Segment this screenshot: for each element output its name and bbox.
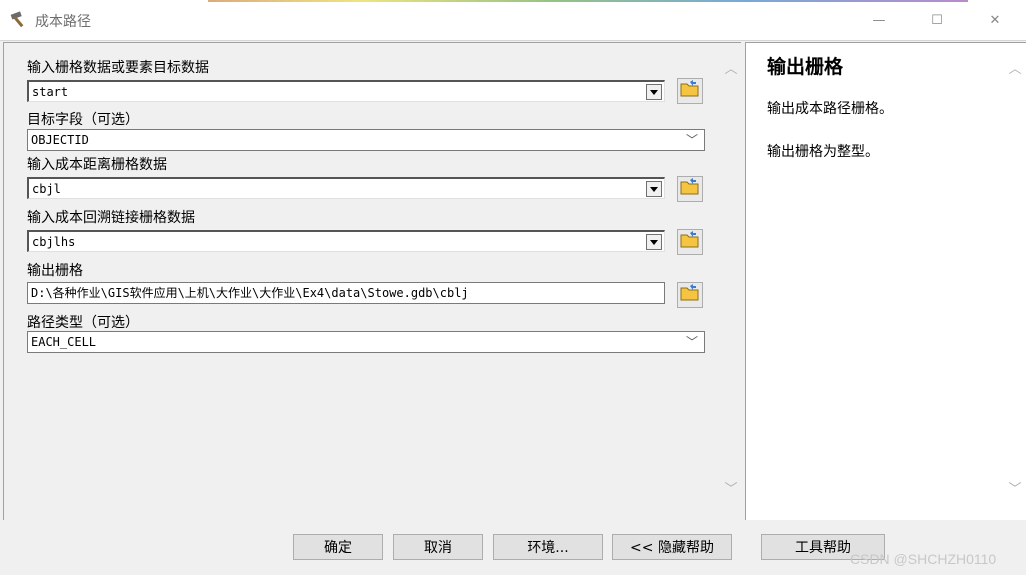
input-raster-combo[interactable]: start: [27, 80, 665, 102]
form-scrollbar[interactable]: ︿ ﹀: [720, 43, 742, 519]
folder-icon: [680, 284, 700, 306]
field-label-input-raster: 输入栅格数据或要素目标数据: [27, 60, 209, 76]
folder-icon: [680, 231, 700, 253]
path-type-select[interactable]: EACH_CELL ﹀: [27, 331, 705, 353]
chevron-up-icon[interactable]: ︿: [1008, 63, 1022, 77]
folder-icon: [680, 178, 700, 200]
help-text-line-1: 输出成本路径栅格。: [767, 101, 893, 117]
output-raster-value: D:\各种作业\GIS软件应用\上机\大作业\大作业\Ex4\data\Stow…: [31, 286, 469, 300]
minimize-icon: —: [872, 13, 886, 28]
backlink-browse-button[interactable]: [677, 229, 703, 255]
help-panel: 输出栅格 输出成本路径栅格。 输出栅格为整型。 ︿ ﹀: [745, 42, 1026, 520]
hide-help-button[interactable]: << 隐藏帮助: [612, 534, 732, 560]
help-title: 输出栅格: [767, 56, 844, 78]
output-raster-browse-button[interactable]: [677, 282, 703, 308]
hammer-icon: [9, 10, 29, 30]
chevron-up-icon[interactable]: ︿: [724, 63, 738, 77]
close-button[interactable]: ✕: [966, 0, 1024, 41]
window-title: 成本路径: [35, 14, 91, 30]
folder-icon: [680, 80, 700, 102]
target-field-value: OBJECTID: [31, 133, 89, 147]
chevron-down-icon[interactable]: ﹀: [724, 483, 738, 497]
ok-button[interactable]: 确定: [293, 534, 383, 560]
chevron-down-icon: ﹀: [685, 335, 698, 349]
maximize-icon: ☐: [931, 13, 943, 28]
path-type-value: EACH_CELL: [31, 335, 97, 349]
watermark: CSDN @SHCHZH0110: [850, 551, 997, 567]
backlink-value: cbjlhs: [32, 235, 76, 249]
help-scrollbar[interactable]: ︿ ﹀: [1004, 43, 1026, 519]
output-raster-input[interactable]: D:\各种作业\GIS软件应用\上机\大作业\大作业\Ex4\data\Stow…: [27, 282, 665, 304]
field-label-target-field: 目标字段（可选）: [27, 112, 139, 128]
environments-button[interactable]: 环境...: [493, 534, 603, 560]
cost-distance-dropdown-button[interactable]: [646, 181, 662, 197]
cancel-button[interactable]: 取消: [393, 534, 483, 560]
cost-distance-combo[interactable]: cbjl: [27, 177, 665, 199]
cost-distance-browse-button[interactable]: [677, 176, 703, 202]
title-bar: 成本路径 — ☐ ✕: [0, 0, 1026, 41]
input-raster-dropdown-button[interactable]: [646, 84, 662, 100]
backlink-combo[interactable]: cbjlhs: [27, 230, 665, 252]
chevron-down-icon: ﹀: [685, 133, 698, 147]
maximize-button[interactable]: ☐: [908, 0, 966, 41]
parameter-panel: 输入栅格数据或要素目标数据 start 目标字段（可选） OBJECTID ﹀ …: [3, 42, 742, 520]
field-label-cost-distance: 输入成本距离栅格数据: [27, 157, 167, 173]
backlink-dropdown-button[interactable]: [646, 234, 662, 250]
help-text-line-2: 输出栅格为整型。: [767, 144, 879, 160]
field-label-path-type: 路径类型（可选）: [27, 315, 139, 331]
cost-distance-value: cbjl: [32, 182, 61, 196]
minimize-button[interactable]: —: [850, 0, 908, 41]
input-raster-browse-button[interactable]: [677, 78, 703, 104]
field-label-output-raster: 输出栅格: [27, 263, 83, 279]
target-field-select[interactable]: OBJECTID ﹀: [27, 129, 705, 151]
background-strip: [208, 0, 968, 2]
field-label-backlink: 输入成本回溯链接栅格数据: [27, 210, 195, 226]
input-raster-value: start: [32, 85, 69, 99]
close-icon: ✕: [989, 13, 1001, 28]
chevron-down-icon[interactable]: ﹀: [1008, 483, 1022, 497]
